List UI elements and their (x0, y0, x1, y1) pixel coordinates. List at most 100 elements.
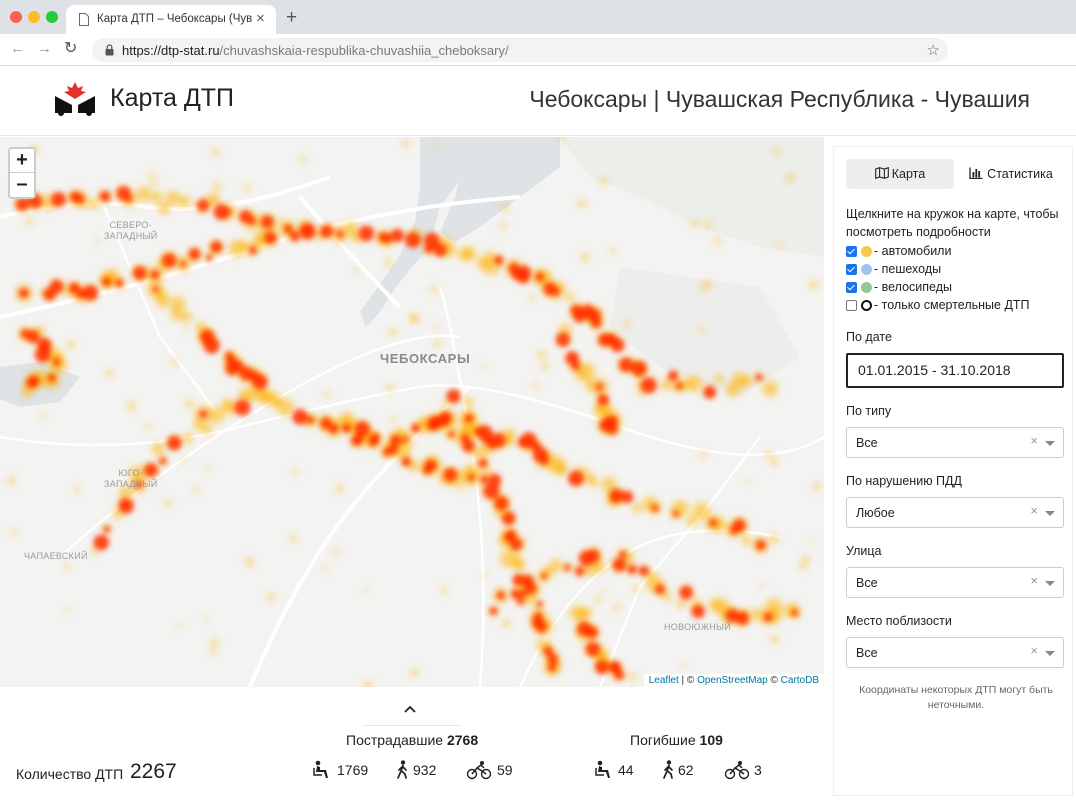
heat-point-hot (328, 423, 339, 434)
tab-map[interactable]: Карта (846, 159, 954, 189)
cartodb-link[interactable]: CartoDB (781, 675, 819, 686)
violation-select[interactable]: Любое × (846, 497, 1064, 528)
heat-point-scatter (602, 589, 607, 594)
heat-point-hot (709, 519, 717, 527)
url-input[interactable]: https://dtp-stat.ru/chuvashskaia-respubl… (92, 38, 948, 62)
chevron-down-icon[interactable] (1045, 511, 1055, 516)
heat-point-warm (662, 592, 672, 602)
tab-title: Карта ДТП – Чебоксары (Чувашская (97, 13, 252, 25)
map-icon (874, 166, 889, 180)
heat-point-hot (638, 565, 649, 576)
heat-point-hot (585, 626, 598, 639)
site-header: Карта ДТП Чебоксары | Чувашская Республи… (0, 66, 1076, 136)
clear-icon[interactable]: × (1030, 434, 1038, 448)
heat-point-warm (714, 374, 724, 384)
heat-point-hot (791, 609, 798, 616)
legend-item-pedestrians[interactable]: - пешеходы (846, 261, 1066, 279)
minimize-window-button[interactable] (28, 11, 40, 23)
heat-point-scatter (810, 538, 815, 543)
heat-point-scatter (703, 280, 712, 289)
heat-point-scatter (277, 217, 286, 226)
heat-point-scatter (266, 593, 275, 601)
close-window-button[interactable] (10, 11, 22, 23)
heat-point-scatter (391, 415, 398, 422)
accident-heatmap[interactable]: + – СЕВЕРО- ЗАПАДНЫЙ ЧЕБОКСАРЫ ЮГО- ЗАПАДН… (0, 137, 824, 687)
clear-icon[interactable]: × (1030, 574, 1038, 588)
chevron-down-icon[interactable] (1045, 441, 1055, 446)
heat-point-hot (102, 277, 111, 287)
heat-point-warm (514, 562, 525, 572)
site-logo-text[interactable]: Карта ДТП (110, 84, 234, 113)
legend-item-cars[interactable]: - автомобили (846, 243, 1066, 261)
heat-point-scatter (26, 217, 33, 225)
nearby-select[interactable]: Все × (846, 637, 1064, 668)
logo-icon[interactable] (52, 80, 98, 116)
heat-point-scatter (430, 286, 438, 293)
heat-point-warm (565, 292, 574, 302)
heat-point-hot (556, 332, 571, 347)
leaflet-link[interactable]: Leaflet (649, 675, 679, 686)
heat-point-warm (165, 190, 181, 206)
heat-point-scatter (632, 585, 640, 593)
heat-point-scatter (164, 500, 172, 508)
heat-point-hot (586, 549, 600, 563)
checkbox-fatal-only[interactable] (846, 300, 857, 311)
heat-point-scatter (699, 450, 707, 458)
violation-filter-label: По нарушению ПДД (846, 474, 962, 488)
heat-point-warm (259, 390, 270, 401)
seated-person-icon (595, 760, 610, 778)
type-select[interactable]: Все × (846, 427, 1064, 458)
heat-point-hot (118, 498, 134, 514)
legend-item-cyclists[interactable]: - велосипеды (846, 279, 1066, 297)
heat-point-hot (34, 347, 51, 363)
heat-point-scatter (289, 535, 297, 542)
tab-statistics[interactable]: Статистика (960, 159, 1062, 189)
type-filter-label: По типу (846, 404, 892, 418)
legend-item-fatal-only[interactable]: - только смертельные ДТП (846, 297, 1066, 315)
back-arrow-icon[interactable]: ← (10, 41, 25, 57)
heat-point-hot (446, 389, 461, 404)
heat-point-hot (568, 470, 584, 487)
heat-point-hot (551, 287, 560, 296)
heat-point-hot (307, 416, 315, 424)
checkbox-cars[interactable] (846, 246, 857, 257)
chevron-up-icon[interactable] (400, 702, 420, 716)
chevron-down-icon[interactable] (1045, 651, 1055, 656)
heat-point-scatter (409, 313, 418, 322)
osm-link[interactable]: OpenStreetMap (697, 675, 768, 686)
nearby-filter-label: Место поблизости (846, 614, 952, 628)
heat-point-scatter (434, 324, 439, 329)
clear-icon[interactable]: × (1030, 504, 1038, 518)
heat-point-hot (510, 538, 523, 551)
maximize-window-button[interactable] (46, 11, 58, 23)
street-select[interactable]: Все × (846, 567, 1064, 598)
zoom-in-button[interactable]: + (10, 149, 34, 173)
heat-point-scatter (182, 457, 187, 463)
district-label-northwest: СЕВЕРО- ЗАПАДНЫЙ (104, 220, 158, 241)
heat-point-hot (51, 192, 66, 207)
bookmark-star-icon[interactable]: ☆ (927, 41, 940, 59)
heat-point-hot (302, 226, 312, 236)
heat-point-hot (199, 410, 208, 419)
checkbox-pedestrians[interactable] (846, 264, 857, 275)
heat-point-hot (621, 491, 634, 503)
browser-tab[interactable]: Карта ДТП – Чебоксары (Чувашская × (66, 5, 276, 34)
date-range-input[interactable]: 01.01.2015 - 31.10.2018 (846, 353, 1064, 388)
heat-point-hot (433, 243, 447, 257)
heat-point-scatter (323, 566, 328, 571)
heat-point-scatter (389, 328, 398, 336)
chevron-down-icon[interactable] (1045, 581, 1055, 586)
heat-point-warm (136, 186, 152, 202)
reload-icon[interactable]: ↻ (64, 41, 77, 57)
heat-point-scatter (183, 325, 188, 330)
checkbox-cyclists[interactable] (846, 282, 857, 293)
forward-arrow-icon[interactable]: → (37, 41, 52, 57)
clear-icon[interactable]: × (1030, 644, 1038, 658)
district-label-southwest: ЮГО- ЗАПАДНЫЙ (104, 468, 158, 489)
tab-close-icon[interactable]: × (256, 11, 265, 26)
heat-point-hot (535, 272, 544, 282)
heat-point-scatter (185, 399, 194, 408)
zoom-out-button[interactable]: – (10, 173, 34, 197)
url-text: https://dtp-stat.ru/chuvashskaia-respubl… (122, 43, 509, 58)
new-tab-icon[interactable]: + (286, 8, 297, 27)
